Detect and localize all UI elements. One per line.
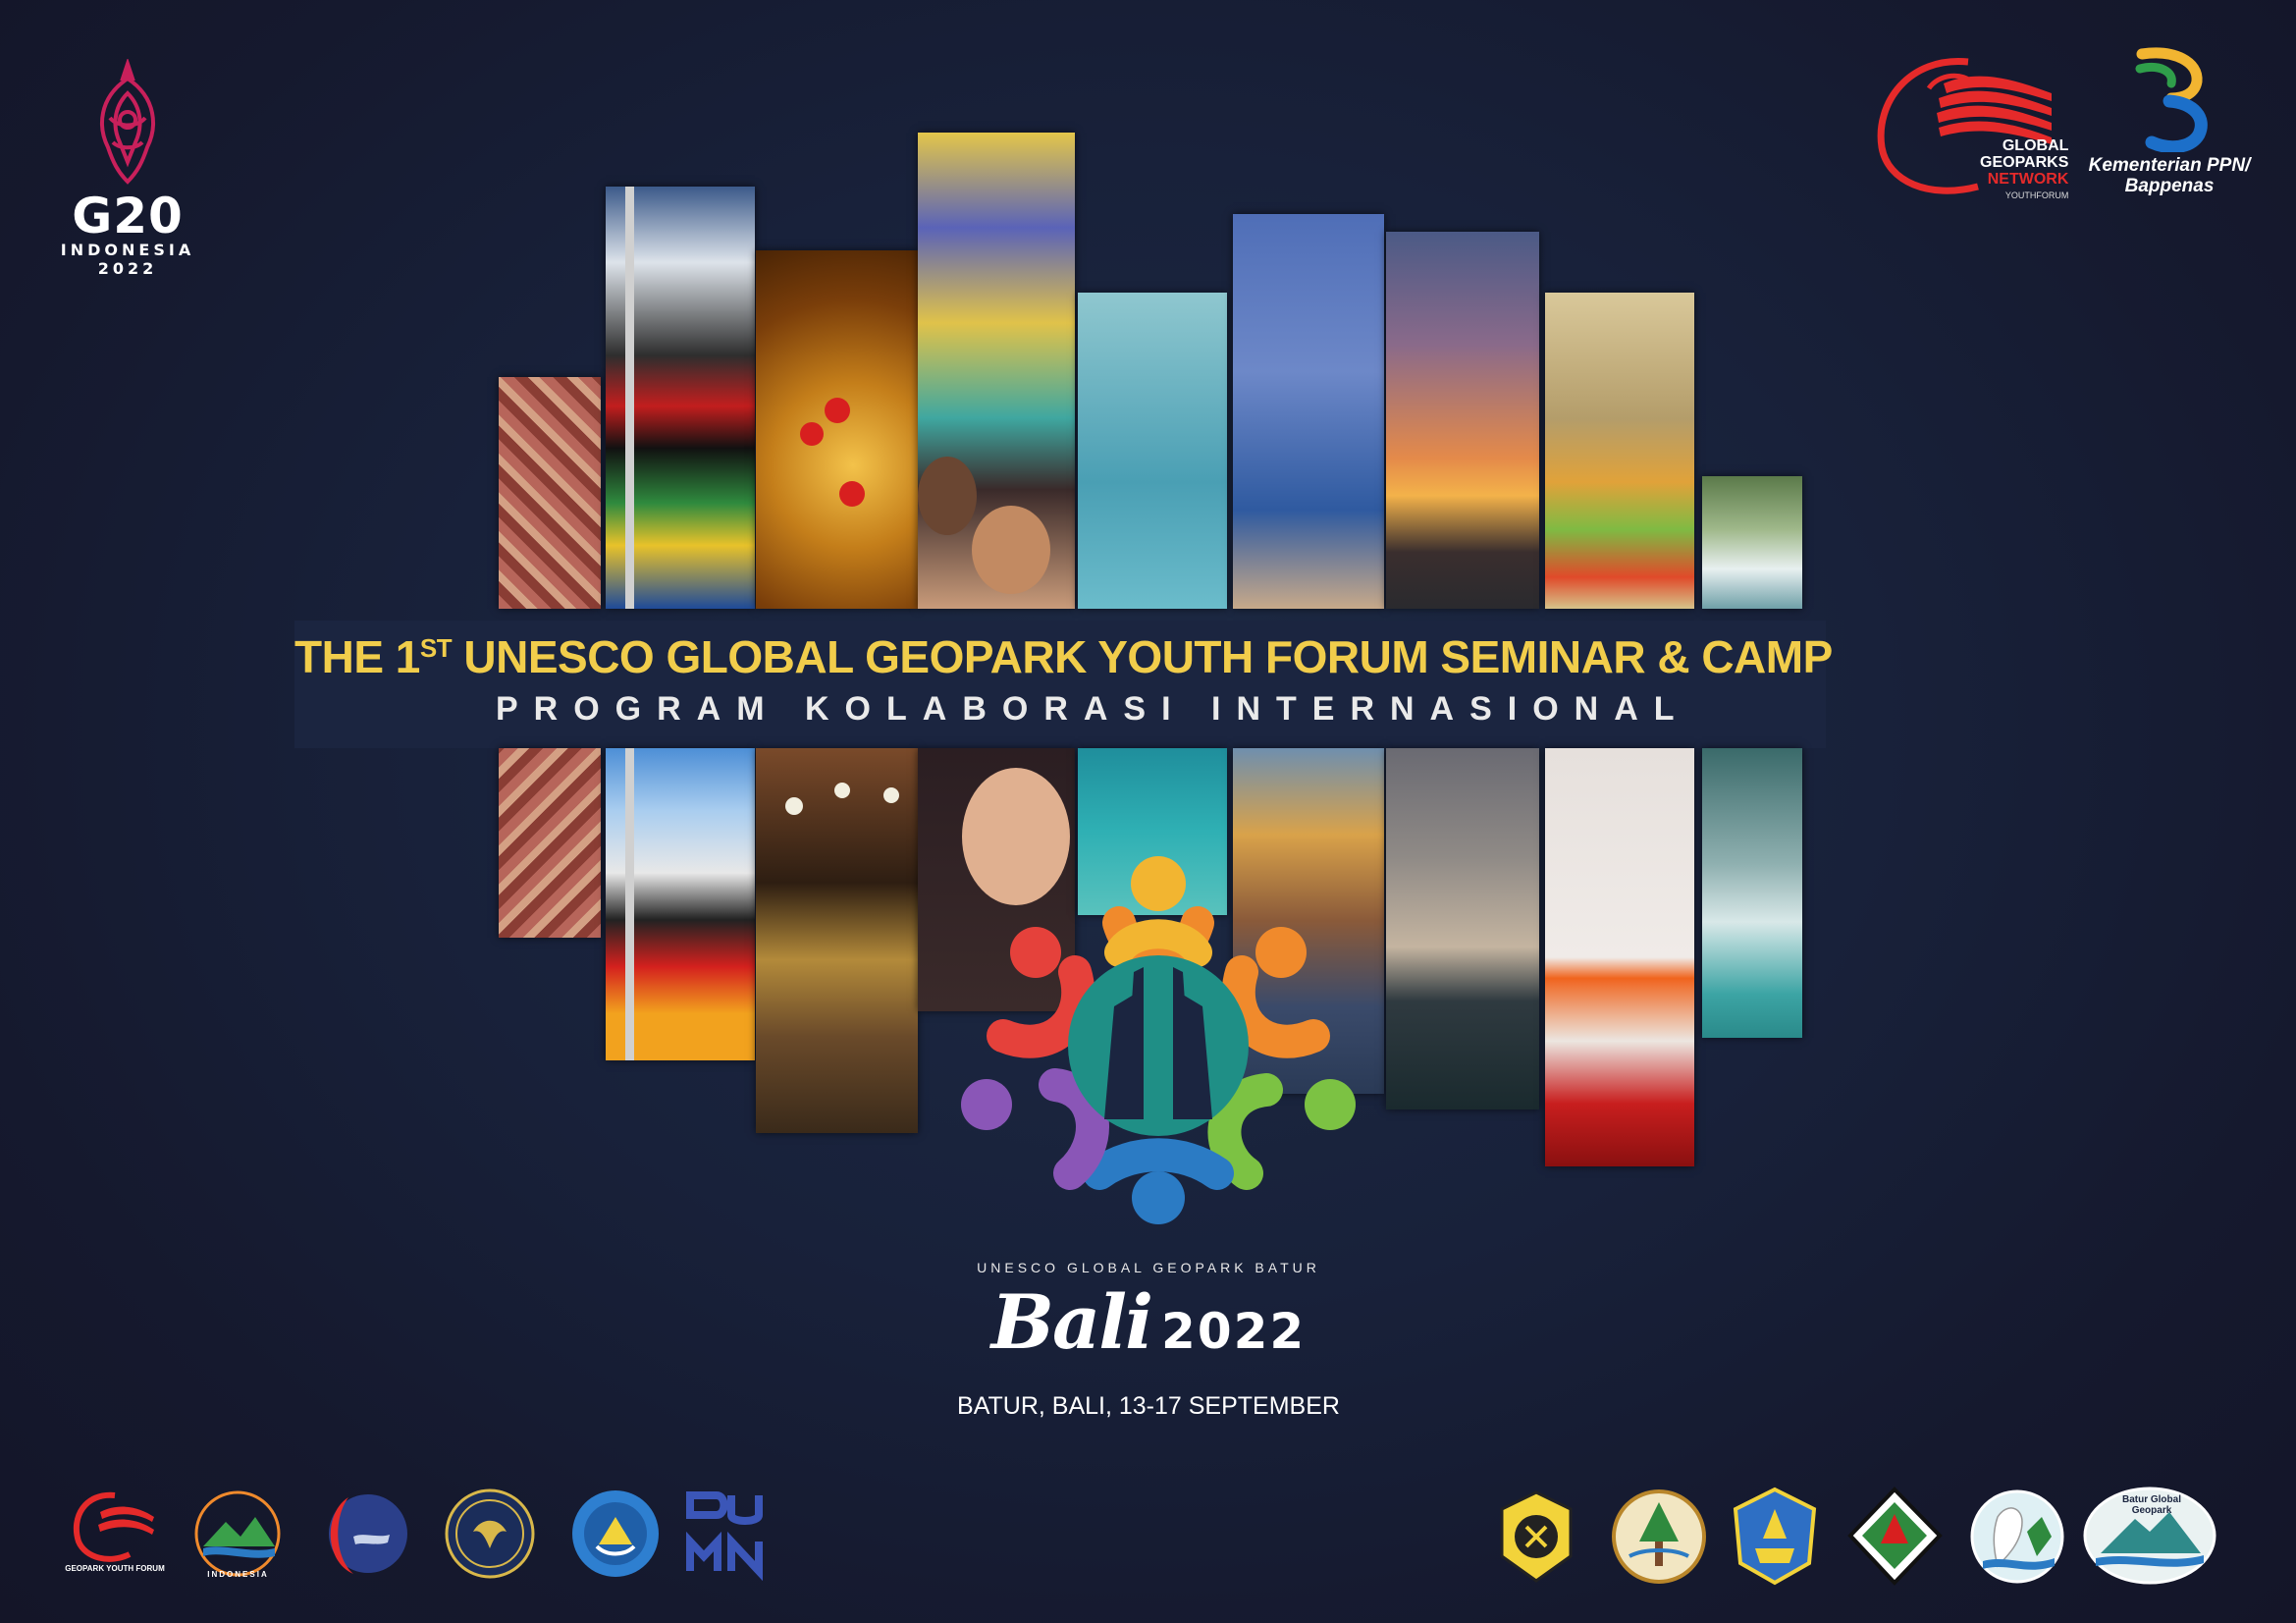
photo-strip-sunset-top	[1386, 232, 1539, 609]
bappenas-text: Kementerian PPN/ Bappenas	[2081, 155, 2258, 196]
bumn-icon	[686, 1491, 763, 1582]
batur-label: Batur Global Geopark	[2121, 1494, 2181, 1516]
title-rest: UNESCO GLOBAL GEOPARK YOUTH FORUM SEMINA…	[452, 631, 1833, 682]
esdm-logo	[1487, 1488, 1585, 1586]
photo-strip-dress-bottom	[1545, 748, 1694, 1166]
bangli-shield-icon	[1847, 1487, 1943, 1586]
photo-strip-falls-bottom	[1702, 748, 1802, 1038]
bappenas-line2: Bappenas	[2124, 176, 2215, 196]
g20-country: INDONESIA	[60, 241, 195, 259]
event-title: THE 1ST UNESCO GLOBAL GEOPARK YOUTH FORU…	[294, 630, 1833, 683]
tut-wuri-handayani-logo	[569, 1488, 663, 1581]
title-prefix: THE 1	[294, 631, 420, 682]
white-flower	[883, 787, 899, 803]
g20-title: G20	[72, 188, 184, 244]
cockatoo-geopark-logo	[1968, 1488, 2066, 1586]
kemenko-logo	[444, 1488, 537, 1581]
flagpole	[625, 187, 634, 609]
poster: G20 INDONESIA 2022 GLOBAL GEOPARKS NETWO…	[0, 0, 2296, 1623]
location-year: Bali 2022	[854, 1278, 1443, 1366]
event-year: 2022	[1161, 1303, 1307, 1360]
title-banner: THE 1ST UNESCO GLOBAL GEOPARK YOUTH FORU…	[294, 621, 1833, 748]
photo-strip-flags-top	[606, 187, 755, 609]
ggn-text: GLOBAL GEOPARKS NETWORK YOUTHFORUM	[1980, 137, 2068, 204]
globe-icon	[329, 1494, 407, 1574]
photo-strip-offering-top	[1545, 293, 1694, 609]
ggn-line1: GLOBAL	[2002, 137, 2069, 154]
g20-logo: G20 INDONESIA 2022	[59, 57, 196, 279]
photo-strip-flags-bottom	[606, 748, 755, 1060]
bali-shield-icon	[1733, 1487, 1817, 1586]
g20-ornament-icon	[100, 57, 155, 185]
geopark-nasional-icon	[194, 1490, 281, 1577]
ggn-youth-forum-logo: GLOBAL GEOPARKS NETWORK YOUTHFORUM	[1870, 54, 2076, 201]
klhk-logo	[1610, 1488, 1708, 1586]
tut-wuri-icon	[572, 1490, 659, 1577]
event-subtitle: PROGRAM KOLABORASI INTERNASIONAL	[496, 690, 1690, 728]
organizer-line: UNESCO GLOBAL GEOPARK BATUR	[977, 1260, 1320, 1275]
face	[972, 506, 1050, 594]
batur-global-geopark-logo: Batur Global Geopark	[2081, 1485, 2218, 1588]
photo-strip-youth-top	[918, 133, 1075, 609]
geopark-nasional-logo: INDONESIA	[191, 1488, 285, 1586]
white-flower	[785, 797, 803, 815]
bumn-logo	[682, 1488, 766, 1582]
bali-province-logo	[1726, 1485, 1824, 1588]
ggn-line2: GEOPARKS	[1980, 154, 2069, 171]
garuda-seal-icon	[445, 1488, 535, 1579]
youth-forum-emblem-icon	[961, 856, 1356, 1224]
nasional-label: INDONESIA	[207, 1570, 269, 1579]
cockatoo-icon	[1970, 1489, 2064, 1584]
photo-strip-hikers-bottom	[1386, 748, 1539, 1109]
white-flower	[834, 783, 850, 798]
esdm-emblem-icon	[1500, 1490, 1573, 1583]
ggn-line4: YOUTHFORUM	[2004, 190, 2069, 200]
place-word: Bali	[990, 1278, 1153, 1366]
face	[918, 457, 977, 535]
bappenas-emblem-icon	[2135, 47, 2208, 152]
klhk-emblem-icon	[1612, 1489, 1706, 1584]
photo-strip-hair-bottom	[756, 748, 918, 1133]
globe-partner-logo	[319, 1488, 412, 1581]
youth-forum-swirl-icon	[73, 1491, 154, 1562]
ggn-line3: NETWORK	[1987, 171, 2069, 188]
title-superscript: ST	[419, 633, 453, 663]
flagpole	[625, 748, 634, 1060]
g20-year: 2022	[97, 259, 158, 279]
photo-strip-ornament-top	[756, 250, 918, 609]
bappenas-logo: Kementerian PPN/ Bappenas	[2081, 44, 2258, 201]
youth-forum-label: GEOPARK YOUTH FORUM	[65, 1564, 165, 1573]
geopark-youth-forum-logo: GEOPARK YOUTH FORUM	[61, 1488, 169, 1586]
photo-strip-sea-top	[1078, 293, 1227, 609]
red-flower	[825, 398, 850, 423]
photo-strip-waterfall-top	[1702, 476, 1802, 609]
red-flower	[800, 422, 824, 446]
event-dates: BATUR, BALI, 13-17 SEPTEMBER	[957, 1392, 1340, 1420]
bangli-logo	[1843, 1485, 1947, 1588]
photo-strip-sky-top	[1233, 214, 1384, 609]
bappenas-line1: Kementerian PPN/	[2088, 155, 2251, 176]
red-flower	[839, 481, 865, 507]
photo-strip-carving-bottom	[499, 748, 601, 938]
photo-strip-carving-top	[499, 377, 601, 609]
